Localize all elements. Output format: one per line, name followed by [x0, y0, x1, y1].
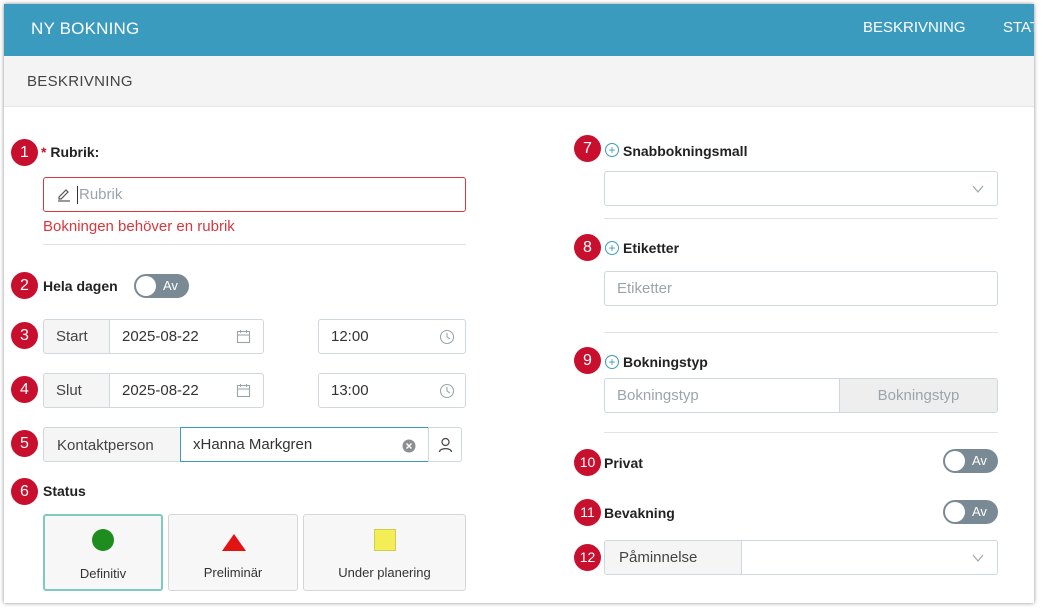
step-badge-12: 12 [574, 544, 601, 571]
status-option-definitiv[interactable]: Definitiv [43, 514, 163, 591]
step-badge-1: 1 [11, 139, 38, 166]
step-badge-11: 11 [574, 499, 601, 526]
status-option-label: Under planering [338, 565, 431, 580]
chevron-down-icon [972, 185, 984, 193]
step-badge-8: 8 [574, 234, 601, 261]
required-marker: * [41, 144, 47, 160]
bokningstyp-button[interactable]: Bokningstyp [839, 378, 998, 413]
step-badge-2: 2 [11, 272, 38, 299]
clear-icon[interactable] [402, 439, 416, 453]
kontakt-label: Kontaktperson [57, 437, 154, 454]
rubrik-placeholder: Rubrik [79, 186, 123, 203]
slut-date-value: 2025-08-22 [122, 382, 199, 399]
bokningstyp-button-label: Bokningstyp [877, 387, 960, 404]
calendar-icon[interactable] [236, 383, 251, 398]
nav-tab-status[interactable]: STATUS [1003, 19, 1034, 36]
bevakning-label: Bevakning [604, 505, 675, 521]
slut-time-input[interactable]: 13:00 [318, 373, 466, 408]
etiketter-placeholder: Etiketter [617, 280, 673, 297]
yellow-square-icon [374, 529, 396, 551]
divider [604, 332, 998, 333]
kontakt-addon: Kontaktperson [43, 427, 181, 462]
pencil-icon [58, 189, 70, 202]
step-badge-5: 5 [11, 430, 38, 457]
snabbmall-label: Snabbokningsmall [623, 143, 748, 159]
privat-toggle[interactable]: Av [943, 449, 998, 473]
chevron-down-icon [972, 554, 984, 562]
step-badge-10: 10 [574, 449, 601, 476]
snabbmall-select[interactable] [604, 171, 998, 206]
divider [604, 432, 998, 433]
plus-circle-icon[interactable]: + [605, 355, 619, 369]
privat-label: Privat [604, 455, 643, 471]
start-time-input[interactable]: 12:00 [318, 319, 466, 354]
toggle-knob [136, 276, 156, 296]
booking-window: NY BOKNING BESKRIVNING STATUS BESKRIVNIN… [4, 4, 1034, 603]
red-triangle-icon [222, 534, 246, 551]
start-time-value: 12:00 [331, 328, 369, 345]
slut-time-value: 13:00 [331, 382, 369, 399]
status-label: Status [43, 483, 86, 499]
rubrik-label-text: Rubrik: [50, 144, 100, 160]
start-label: Start [56, 328, 88, 345]
hela-dagen-label: Hela dagen [43, 278, 118, 294]
person-icon [438, 437, 453, 453]
toggle-state: Av [163, 278, 178, 293]
etiketter-input[interactable]: Etiketter [604, 271, 998, 306]
rubrik-input[interactable]: Rubrik [43, 177, 466, 212]
bevakning-toggle[interactable]: Av [943, 500, 998, 524]
slut-label: Slut [56, 382, 82, 399]
bokningstyp-input[interactable]: Bokningstyp [604, 378, 840, 413]
top-bar: NY BOKNING BESKRIVNING STATUS [4, 4, 1034, 56]
clock-icon[interactable] [439, 329, 455, 345]
kontakt-value: xHanna Markgren [193, 436, 313, 453]
start-addon: Start [43, 319, 110, 354]
calendar-icon[interactable] [236, 329, 251, 344]
paminnelse-select[interactable] [741, 540, 998, 575]
green-circle-icon [92, 529, 114, 551]
kontakt-input[interactable]: xHanna Markgren [180, 427, 429, 462]
window-title: NY BOKNING [31, 19, 140, 38]
rubrik-error-message: Bokningen behöver en rubrik [43, 218, 235, 235]
divider [604, 218, 998, 219]
toggle-state: Av [972, 504, 987, 519]
status-option-label: Preliminär [203, 565, 263, 580]
section-header: BESKRIVNING [4, 56, 1034, 107]
toggle-knob [945, 451, 965, 471]
section-title: BESKRIVNING [27, 73, 133, 90]
text-cursor [77, 186, 78, 204]
bokningstyp-label: Bokningstyp [623, 354, 708, 370]
toggle-state: Av [972, 453, 987, 468]
clock-icon[interactable] [439, 383, 455, 399]
plus-circle-icon[interactable]: + [605, 241, 619, 255]
toggle-knob [945, 502, 965, 522]
status-option-label: Definitiv [79, 566, 127, 581]
bokningstyp-placeholder: Bokningstyp [617, 387, 699, 404]
paminnelse-label: Påminnelse [619, 549, 698, 566]
plus-circle-icon[interactable]: + [605, 143, 619, 157]
rubrik-label: * Rubrik: [41, 144, 99, 160]
contact-picker-button[interactable] [428, 427, 462, 462]
step-badge-6: 6 [11, 478, 38, 505]
step-badge-4: 4 [11, 376, 38, 403]
paminnelse-addon: Påminnelse [604, 540, 742, 575]
slut-addon: Slut [43, 373, 110, 408]
step-badge-7: 7 [574, 135, 601, 162]
status-option-preliminar[interactable]: Preliminär [168, 514, 298, 591]
nav-tab-beskrivning[interactable]: BESKRIVNING [863, 19, 966, 36]
step-badge-3: 3 [11, 322, 38, 349]
step-badge-9: 9 [574, 347, 601, 374]
etiketter-label: Etiketter [623, 240, 680, 256]
slut-date-input[interactable]: 2025-08-22 [109, 373, 264, 408]
start-date-input[interactable]: 2025-08-22 [109, 319, 264, 354]
hela-dagen-toggle[interactable]: Av [134, 274, 189, 298]
start-date-value: 2025-08-22 [122, 328, 199, 345]
status-option-under-planering[interactable]: Under planering [303, 514, 466, 591]
divider [43, 244, 466, 245]
